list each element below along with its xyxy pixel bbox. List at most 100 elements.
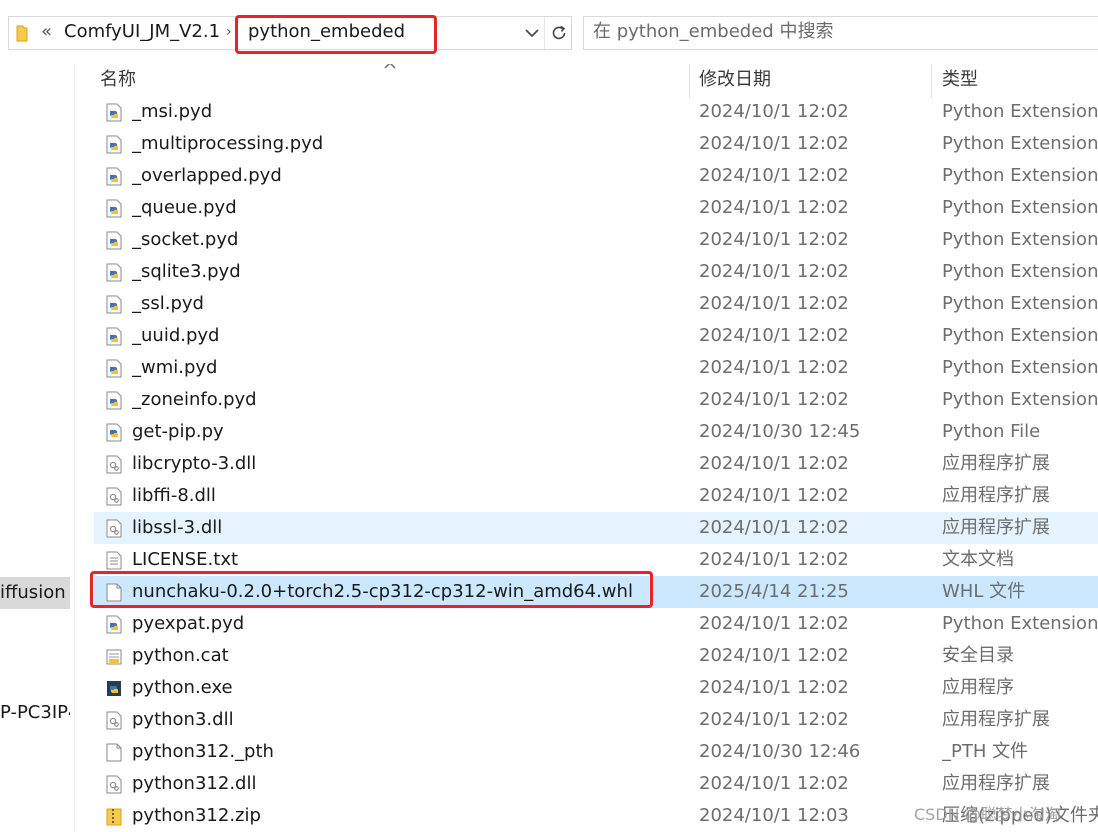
- file-row[interactable]: _overlapped.pyd 2024/10/1 12:02 Python Ext…: [94, 160, 1098, 192]
- file-row[interactable]: _zoneinfo.pyd 2024/10/1 12:02 Python Exten…: [94, 384, 1098, 416]
- file-row[interactable]: python312.dll 2024/10/1 12:02 应用程序扩展: [94, 768, 1098, 800]
- file-row[interactable]: _sqlite3.pyd 2024/10/1 12:02 Python Extens…: [94, 256, 1098, 288]
- breadcrumb-overflow[interactable]: «: [41, 21, 52, 43]
- dll-icon: [106, 775, 122, 794]
- file-modified-date: 2024/10/1 12:02: [699, 549, 849, 570]
- file-row[interactable]: _socket.pyd 2024/10/1 12:02 Python Extensi…: [94, 224, 1098, 256]
- file-modified-date: 2024/10/1 12:02: [699, 229, 849, 250]
- file-row[interactable]: LICENSE.txt 2024/10/1 12:02 文本文档: [94, 544, 1098, 576]
- file-row[interactable]: _multiprocessing.pyd 2024/10/1 12:02 Pytho…: [94, 128, 1098, 160]
- file-row[interactable]: nunchaku-0.2.0+torch2.5-cp312-cp312-win_…: [94, 576, 1098, 608]
- file-type: 应用程序扩展: [942, 485, 1050, 506]
- file-name: _msi.pyd: [132, 101, 213, 122]
- file-row[interactable]: libssl-3.dll 2024/10/1 12:02 应用程序扩展: [94, 512, 1098, 544]
- breadcrumb-separator[interactable]: ›: [226, 21, 232, 43]
- security-catalog-icon: [106, 647, 122, 666]
- file-type: Python Extension ...: [942, 229, 1098, 250]
- file-name: _queue.pyd: [132, 197, 237, 218]
- file-row[interactable]: pyexpat.pyd 2024/10/1 12:02 Python Extensi…: [94, 608, 1098, 640]
- file-type: 应用程序: [942, 677, 1014, 698]
- blank-file-icon: [106, 743, 122, 762]
- sort-ascending-icon: [384, 64, 396, 69]
- file-modified-date: 2025/4/14 21:25: [699, 581, 849, 602]
- file-name: get-pip.py: [132, 421, 224, 442]
- file-type: _PTH 文件: [942, 741, 1029, 762]
- file-modified-date: 2024/10/1 12:02: [699, 389, 849, 410]
- column-header-type[interactable]: 类型: [942, 64, 978, 96]
- navigation-pane: iffusion P-PC3IP4: [0, 64, 74, 832]
- blank-file-icon: [106, 583, 122, 602]
- column-header-name[interactable]: 名称: [100, 64, 136, 96]
- breadcrumb-python-embeded[interactable]: python_embeded: [248, 21, 405, 43]
- file-name: libffi-8.dll: [132, 485, 216, 506]
- file-modified-date: 2024/10/1 12:02: [699, 357, 849, 378]
- file-name: _socket.pyd: [132, 229, 239, 250]
- file-modified-date: 2024/10/1 12:02: [699, 325, 849, 346]
- file-type: Python Extension ...: [942, 293, 1098, 314]
- file-modified-date: 2024/10/1 12:03: [699, 805, 849, 826]
- file-modified-date: 2024/10/1 12:02: [699, 485, 849, 506]
- column-header-date[interactable]: 修改日期: [699, 64, 771, 96]
- file-row[interactable]: python312._pth 2024/10/30 12:46 _PTH 文件: [94, 736, 1098, 768]
- file-row[interactable]: _uuid.pyd 2024/10/1 12:02 Python Extension…: [94, 320, 1098, 352]
- file-type: 应用程序扩展: [942, 773, 1050, 794]
- zip-folder-icon: [106, 807, 122, 826]
- file-modified-date: 2024/10/1 12:02: [699, 645, 849, 666]
- file-name: python.exe: [132, 677, 233, 698]
- file-row[interactable]: _msi.pyd 2024/10/1 12:02 Python Extension …: [94, 96, 1098, 128]
- file-row[interactable]: python.exe 2024/10/1 12:02 应用程序: [94, 672, 1098, 704]
- refresh-button[interactable]: [544, 17, 572, 49]
- file-name: _multiprocessing.pyd: [132, 133, 324, 154]
- file-name: _ssl.pyd: [132, 293, 204, 314]
- file-row[interactable]: python3.dll 2024/10/1 12:02 应用程序扩展: [94, 704, 1098, 736]
- file-row[interactable]: _wmi.pyd 2024/10/1 12:02 Python Extension …: [94, 352, 1098, 384]
- file-modified-date: 2024/10/1 12:02: [699, 773, 849, 794]
- file-name: nunchaku-0.2.0+torch2.5-cp312-cp312-win_…: [132, 581, 633, 602]
- refresh-icon: [552, 25, 565, 40]
- text-file-icon: [106, 551, 122, 570]
- file-type: Python Extension ...: [942, 133, 1098, 154]
- dll-icon: [106, 455, 122, 474]
- file-name: libssl-3.dll: [132, 517, 223, 538]
- file-name: LICENSE.txt: [132, 549, 239, 570]
- python-extension-icon: [106, 615, 122, 634]
- file-name: _overlapped.pyd: [132, 165, 282, 186]
- file-row[interactable]: get-pip.py 2024/10/30 12:45 Python File: [94, 416, 1098, 448]
- python-extension-icon: [106, 103, 122, 122]
- file-modified-date: 2024/10/30 12:45: [699, 421, 861, 442]
- file-modified-date: 2024/10/1 12:02: [699, 197, 849, 218]
- file-name: python312._pth: [132, 741, 274, 762]
- file-row[interactable]: python.cat 2024/10/1 12:02 安全目录: [94, 640, 1098, 672]
- nav-item-pc[interactable]: P-PC3IP4: [0, 697, 70, 729]
- file-modified-date: 2024/10/1 12:02: [699, 613, 849, 634]
- file-name: python3.dll: [132, 709, 234, 730]
- breadcrumb-comfyui[interactable]: ComfyUI_JM_V2.1: [64, 21, 220, 43]
- column-divider[interactable]: [689, 64, 690, 98]
- dll-icon: [106, 711, 122, 730]
- file-row[interactable]: _ssl.pyd 2024/10/1 12:02 Python Extension …: [94, 288, 1098, 320]
- file-type: Python File: [942, 421, 1041, 442]
- python-extension-icon: [106, 199, 122, 218]
- nav-item-diffusion[interactable]: iffusion: [0, 577, 70, 609]
- python-exe-icon: [106, 679, 122, 698]
- file-row[interactable]: libffi-8.dll 2024/10/1 12:02 应用程序扩展: [94, 480, 1098, 512]
- folder-icon: [16, 25, 28, 42]
- file-type: Python Extension ...: [942, 165, 1098, 186]
- file-name: libcrypto-3.dll: [132, 453, 257, 474]
- file-modified-date: 2024/10/30 12:46: [699, 741, 861, 762]
- file-modified-date: 2024/10/1 12:02: [699, 709, 849, 730]
- file-list: 名称 修改日期 类型 _msi.pyd 2024/10/1 12:02 Python…: [75, 64, 1098, 832]
- file-type: Python Extension ...: [942, 613, 1098, 634]
- column-divider[interactable]: [931, 64, 932, 98]
- python-file-icon: [106, 423, 122, 442]
- file-name: _zoneinfo.pyd: [132, 389, 257, 410]
- file-name: python312.dll: [132, 773, 257, 794]
- file-modified-date: 2024/10/1 12:02: [699, 101, 849, 122]
- file-modified-date: 2024/10/1 12:02: [699, 517, 849, 538]
- file-row[interactable]: libcrypto-3.dll 2024/10/1 12:02 应用程序扩展: [94, 448, 1098, 480]
- python-extension-icon: [106, 327, 122, 346]
- file-type: Python Extension ...: [942, 261, 1098, 282]
- file-name: pyexpat.pyd: [132, 613, 245, 634]
- chevron-down-icon[interactable]: [523, 24, 541, 42]
- file-row[interactable]: _queue.pyd 2024/10/1 12:02 Python Extensio…: [94, 192, 1098, 224]
